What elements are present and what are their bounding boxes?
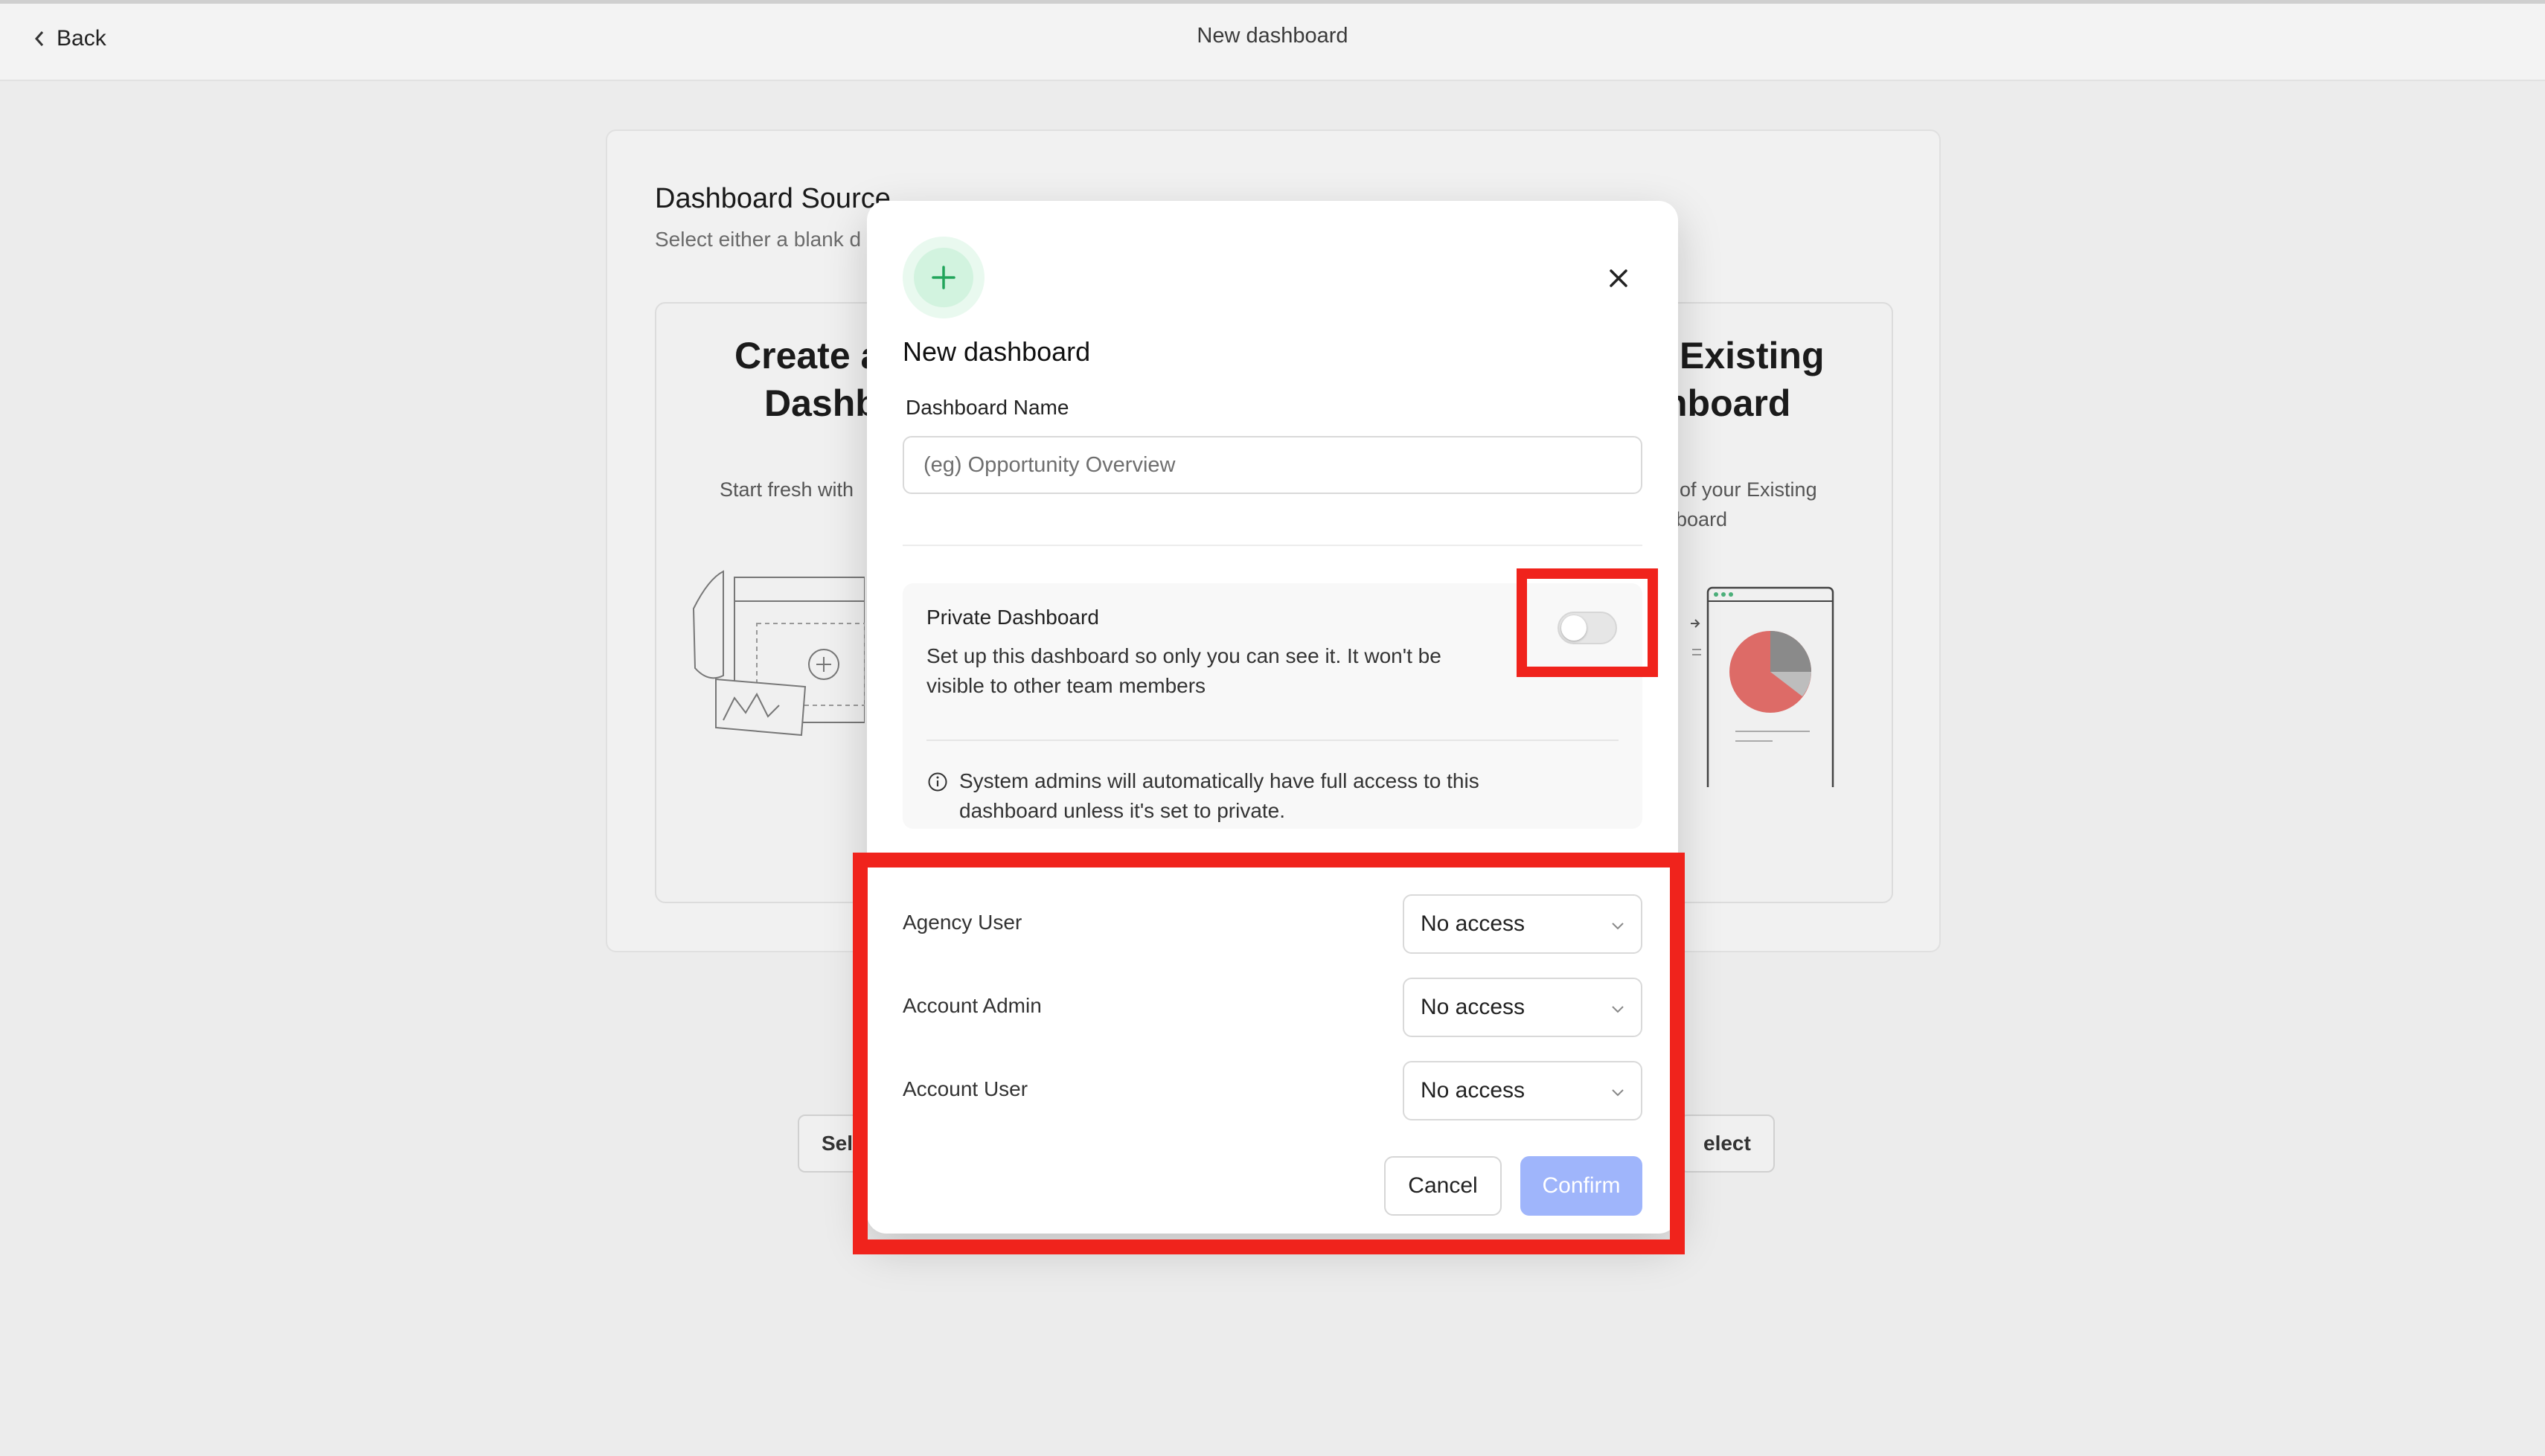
chevron-down-icon: [1612, 1089, 1624, 1097]
private-dashboard-description: Set up this dashboard so only you can se…: [926, 644, 1441, 697]
private-dashboard-section: Private Dashboard Set up this dashboard …: [903, 583, 1642, 829]
private-dashboard-toggle[interactable]: [1558, 612, 1617, 644]
access-select-account-user[interactable]: No access: [1403, 1061, 1642, 1120]
dashboard-source-subtitle: Select either a blank d: [655, 228, 862, 251]
divider: [903, 545, 1642, 546]
role-row-agency-user: Agency User No access: [903, 894, 1642, 954]
access-value: No access: [1421, 995, 1526, 1019]
role-label: Account User: [903, 1077, 1028, 1100]
option-title-line1: Existing: [1680, 335, 1825, 376]
option-title-line1: Create a: [734, 335, 882, 376]
option-description: Start fresh with: [720, 478, 854, 501]
role-row-account-admin: Account Admin No access: [903, 978, 1642, 1037]
divider: [926, 740, 1619, 741]
role-row-account-user: Account User No access: [903, 1061, 1642, 1120]
modal-title: New dashboard: [903, 336, 1091, 367]
blank-dashboard-illustration: [692, 570, 865, 737]
private-dashboard-title: Private Dashboard: [926, 606, 1099, 629]
role-label: Agency User: [903, 911, 1022, 934]
select-existing-button[interactable]: elect: [1680, 1115, 1775, 1173]
access-select-agency-user[interactable]: No access: [1403, 894, 1642, 954]
chevron-down-icon: [1612, 1006, 1624, 1013]
dashboard-name-input[interactable]: [903, 436, 1642, 494]
chevron-down-icon: [1612, 923, 1624, 930]
option-description-line1: of your Existing: [1680, 478, 1817, 501]
info-icon: [928, 772, 947, 792]
access-value: No access: [1421, 1078, 1526, 1103]
close-button[interactable]: [1598, 257, 1639, 299]
system-admin-notice: System admins will automatically have fu…: [926, 766, 1569, 826]
dashboard-name-label: Dashboard Name: [906, 396, 1069, 419]
access-value: No access: [1421, 911, 1526, 936]
page-title: New dashboard: [1197, 24, 1348, 48]
top-bar: Back New dashboard: [0, 0, 2545, 81]
plus-icon: [932, 266, 955, 289]
add-badge-inner: [914, 248, 973, 307]
add-badge: [903, 237, 985, 318]
close-icon: [1610, 269, 1627, 287]
toggle-knob: [1561, 615, 1587, 641]
role-label: Account Admin: [903, 994, 1042, 1017]
top-shadow: [0, 0, 2545, 4]
option-title-line2: Dashb: [764, 382, 878, 424]
new-dashboard-modal: New dashboard Dashboard Name Private Das…: [867, 201, 1678, 1234]
system-admin-notice-text: System admins will automatically have fu…: [959, 769, 1479, 822]
confirm-button[interactable]: Confirm: [1520, 1156, 1642, 1216]
access-select-account-admin[interactable]: No access: [1403, 978, 1642, 1037]
option-title-line2: hboard: [1665, 382, 1791, 424]
dashboard-source-title: Dashboard Source: [655, 183, 891, 214]
existing-dashboard-illustration: [1691, 586, 1834, 787]
cancel-button[interactable]: Cancel: [1384, 1156, 1502, 1216]
